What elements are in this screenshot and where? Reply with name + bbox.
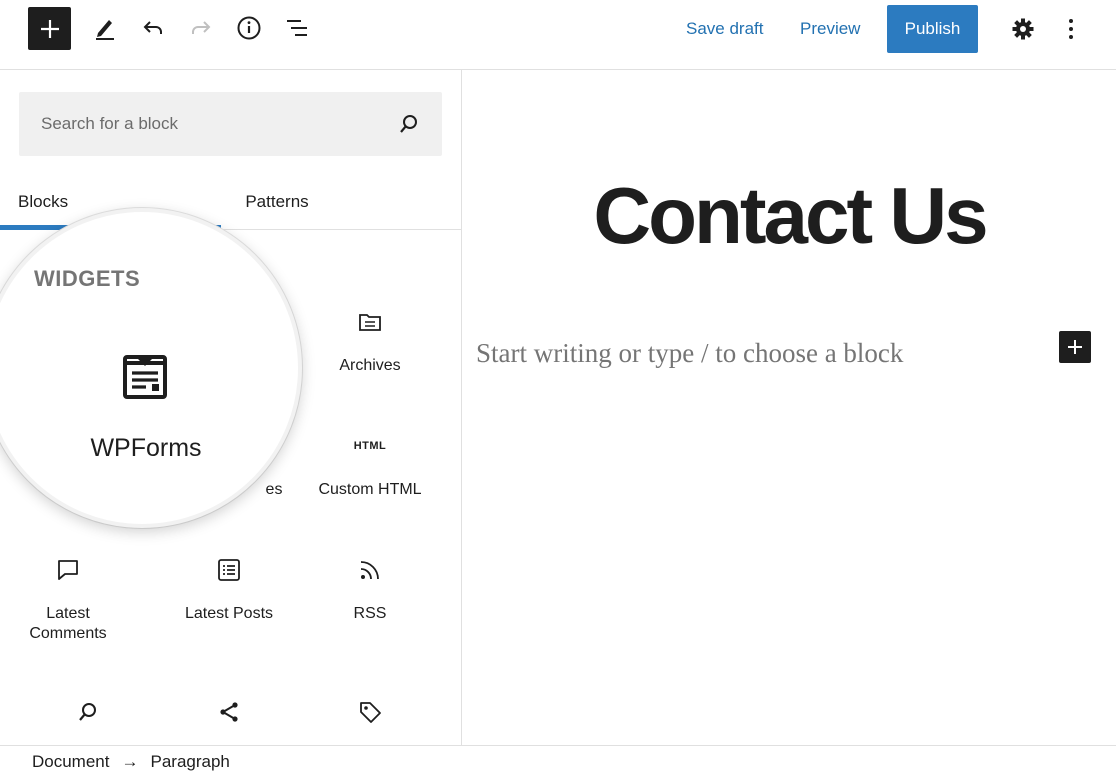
post-list-icon [215, 556, 243, 584]
block-item-tag-cloud[interactable] [300, 698, 440, 726]
post-title[interactable]: Contact Us [463, 170, 1116, 262]
list-view-button[interactable] [279, 10, 315, 46]
comment-icon [54, 556, 82, 584]
block-item-search[interactable] [18, 698, 158, 726]
undo-icon [143, 21, 162, 34]
details-button[interactable] [231, 10, 267, 46]
add-block-button[interactable] [1059, 331, 1091, 363]
redo-button[interactable] [183, 10, 219, 46]
block-item-label: Custom HTML [318, 481, 422, 498]
breadcrumb-document[interactable]: Document [32, 752, 109, 772]
close-plus-icon [40, 19, 59, 38]
block-item-latest-posts[interactable]: Latest Posts [159, 556, 299, 624]
block-inserter-toggle-button[interactable] [28, 7, 71, 50]
block-item-rss[interactable]: RSS [300, 556, 440, 624]
block-item-label: Latest Posts [184, 605, 274, 622]
editor-canvas: Contact Us Start writing or type / to ch… [463, 70, 1116, 745]
block-item-label: Latest Comments [29, 605, 107, 642]
share-icon [159, 698, 299, 726]
inserter-tabs: Blocks Patterns [0, 174, 461, 230]
redo-icon [192, 21, 211, 34]
block-item-label: Archives [339, 357, 401, 374]
block-item-custom-html[interactable]: HTML Custom HTML [300, 432, 440, 500]
search-icon [18, 698, 158, 726]
publish-button[interactable]: Publish [887, 5, 978, 53]
gear-icon [1012, 18, 1034, 40]
undo-button[interactable] [135, 10, 171, 46]
breadcrumb: Document → Paragraph [0, 745, 1116, 778]
save-draft-button[interactable]: Save draft [676, 10, 774, 48]
plus-icon [1068, 340, 1082, 354]
tag-icon [300, 698, 440, 726]
settings-button[interactable] [1006, 12, 1040, 46]
wpforms-icon [123, 355, 167, 399]
paragraph-placeholder[interactable]: Start writing or type / to choose a bloc… [476, 338, 903, 369]
block-item-social-icons[interactable] [159, 698, 299, 726]
tab-patterns[interactable]: Patterns [221, 174, 333, 230]
pencil-icon [96, 20, 114, 40]
block-item-label: WPForms [90, 434, 202, 462]
archive-folder-icon [356, 308, 384, 336]
block-item-latest-comments[interactable]: Latest Comments [18, 556, 118, 644]
vertical-ellipsis-icon [1069, 19, 1073, 39]
more-options-button[interactable] [1054, 12, 1088, 46]
html-icon: HTML [353, 440, 387, 452]
arrow-right-icon: → [121, 752, 139, 771]
block-search-input[interactable] [19, 92, 389, 156]
tools-button[interactable] [87, 10, 123, 46]
info-icon [237, 16, 261, 40]
block-inserter-panel: Blocks Patterns Archives es HTML Custom … [0, 70, 462, 745]
list-view-icon [287, 20, 307, 36]
block-search [19, 92, 442, 156]
editor-toolbar: Save draft Preview Publish [0, 0, 1116, 70]
preview-button[interactable]: Preview [790, 10, 870, 48]
section-heading-widgets: WIDGETS [34, 266, 141, 291]
block-item-label: RSS [353, 605, 387, 622]
block-item-archives[interactable]: Archives [300, 308, 440, 376]
breadcrumb-paragraph[interactable]: Paragraph [150, 752, 229, 772]
search-icon[interactable] [397, 112, 421, 136]
rss-icon [356, 556, 384, 584]
